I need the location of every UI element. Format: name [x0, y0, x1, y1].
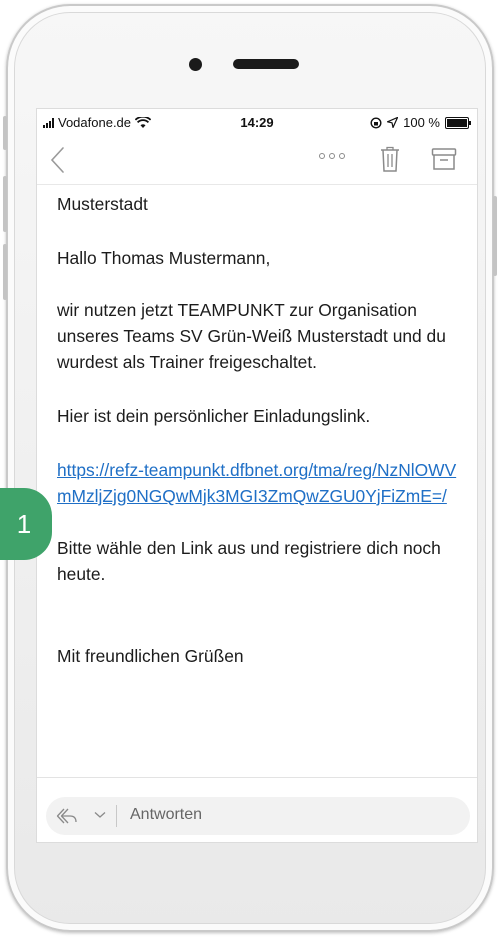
- step-number: 1: [16, 508, 32, 539]
- phone-screen: Vodafone.de 14:29 100 % Musterstadt Hall…: [36, 108, 478, 843]
- mail-toolbar: [37, 137, 477, 185]
- chevron-down-icon[interactable]: [94, 811, 106, 819]
- status-bar: Vodafone.de 14:29 100 %: [37, 109, 477, 137]
- email-instruction: Bitte wähle den Link aus und registriere…: [57, 538, 441, 584]
- step-number-badge: 1: [0, 488, 52, 560]
- battery-icon: [445, 116, 471, 129]
- mute-switch: [3, 116, 7, 150]
- system-indicators: 100 %: [370, 115, 471, 130]
- reply-separator: [116, 805, 117, 827]
- email-intro: wir nutzen jetzt TEAMPUNKT zur Organisat…: [57, 300, 446, 372]
- email-link-intro: Hier ist dein persönlicher Einladungslin…: [57, 406, 371, 426]
- volume-down-button: [3, 244, 7, 300]
- invitation-link[interactable]: https://refz-teampunkt.dfbnet.org/tma/re…: [57, 457, 467, 509]
- email-greeting: Hallo Thomas Mustermann,: [57, 248, 271, 268]
- back-chevron-icon[interactable]: [47, 145, 71, 175]
- battery-percent: 100 %: [403, 115, 440, 130]
- more-options-icon[interactable]: [319, 153, 345, 159]
- email-line-city: Musterstadt: [57, 194, 148, 214]
- volume-up-button: [3, 176, 7, 232]
- email-body: Musterstadt Hallo Thomas Mustermann, wir…: [57, 191, 467, 669]
- power-button: [493, 196, 497, 276]
- reply-label: Antworten: [130, 806, 203, 823]
- front-camera: [189, 58, 202, 71]
- reply-arrow-icon[interactable]: [56, 807, 78, 825]
- trash-icon[interactable]: [379, 145, 401, 173]
- orientation-lock-icon: [370, 116, 382, 129]
- earpiece-speaker: [233, 59, 299, 69]
- reply-divider: [37, 777, 477, 778]
- reply-bar[interactable]: Antworten: [46, 797, 470, 835]
- location-icon: [387, 117, 399, 128]
- email-closing: Mit freundlichen Grüßen: [57, 646, 244, 666]
- archive-icon[interactable]: [431, 147, 457, 171]
